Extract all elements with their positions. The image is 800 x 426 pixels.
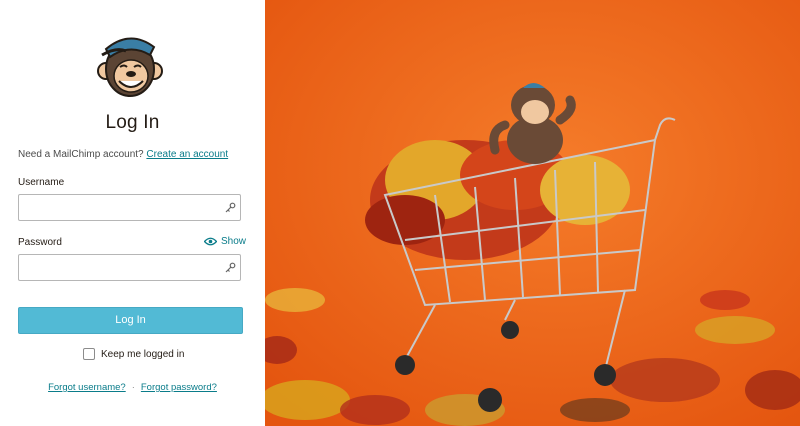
- forgot-username-link[interactable]: Forgot username?: [48, 382, 126, 393]
- login-panel: Log In Need a MailChimp account? Create …: [0, 0, 265, 426]
- key-icon: [225, 262, 236, 273]
- password-label: Password: [18, 237, 62, 248]
- show-password-toggle[interactable]: Show: [204, 236, 246, 247]
- login-button[interactable]: Log In: [18, 307, 243, 334]
- hero-photo: [265, 0, 800, 426]
- create-account-link[interactable]: Create an account: [146, 149, 228, 160]
- keep-logged-in-checkbox[interactable]: [83, 348, 95, 360]
- username-input[interactable]: [19, 195, 231, 220]
- keep-logged-in[interactable]: Keep me logged in: [83, 348, 184, 360]
- forgot-links: Forgot username? · Forgot password?: [0, 382, 265, 393]
- password-input[interactable]: [19, 255, 231, 280]
- eye-icon: [204, 237, 217, 246]
- username-field[interactable]: [18, 194, 241, 221]
- page-title: Log In: [105, 112, 160, 133]
- forgot-password-link[interactable]: Forgot password?: [141, 382, 217, 393]
- need-account-text: Need a MailChimp account?: [18, 149, 144, 160]
- key-icon: [225, 202, 236, 213]
- show-label: Show: [221, 236, 247, 247]
- link-separator: ·: [131, 382, 135, 393]
- username-label: Username: [18, 177, 65, 188]
- signup-prompt: Need a MailChimp account? Create an acco…: [18, 149, 228, 160]
- password-field[interactable]: [18, 254, 241, 281]
- freddie-logo-icon: [97, 37, 163, 97]
- keep-logged-in-label: Keep me logged in: [101, 348, 185, 360]
